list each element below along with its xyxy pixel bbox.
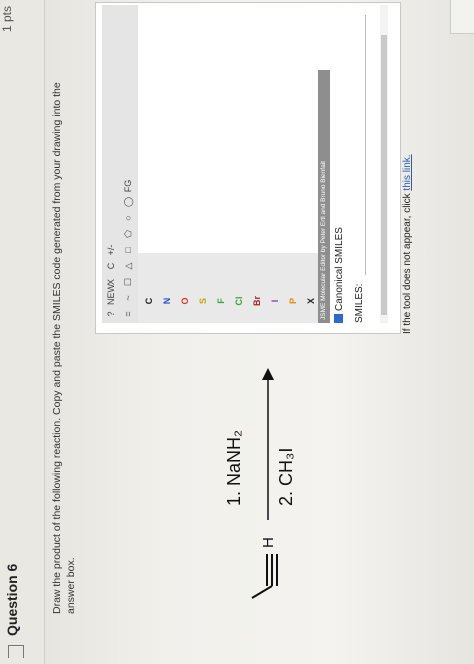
atom-o[interactable]: O <box>178 293 192 309</box>
reagent-2: 2. CH₃I <box>276 447 296 506</box>
atom-i[interactable]: I <box>268 293 282 309</box>
reagent-1: 1. NaNH₂ <box>224 429 244 506</box>
atom-p[interactable]: P <box>286 293 300 309</box>
page: Question 6 1 pts Draw the product of the… <box>0 0 474 664</box>
atom-f[interactable]: F <box>214 293 228 309</box>
hydrogen-label: H <box>260 537 277 548</box>
reaction-drawing <box>251 368 278 599</box>
canonical-smiles-label: Canonical SMILES <box>334 227 345 311</box>
charge-tool[interactable]: +/- <box>104 243 118 257</box>
ring3-icon[interactable]: △ <box>121 259 135 273</box>
atom-x[interactable]: X <box>304 293 318 309</box>
chain-tool[interactable]: ~ <box>121 291 135 305</box>
fallback-note: If the tool does not appear, click this … <box>402 154 413 334</box>
jsme-editor-panel: ? NEW X C +/- = ~ ☐ △ □ ⬠ ○ ◯ FG C N O S… <box>95 2 401 334</box>
delete-icon[interactable]: X <box>104 275 118 289</box>
atom-br[interactable]: Br <box>250 293 264 309</box>
next-question-box <box>450 0 474 34</box>
question-points: 1 pts <box>0 6 14 33</box>
help-icon[interactable]: ? <box>104 307 118 321</box>
smiles-label: SMILES: <box>354 283 365 323</box>
atom-palette: C N O S F Cl Br I P X <box>138 253 322 323</box>
atom-n[interactable]: N <box>160 293 174 309</box>
fallback-text: If the tool does not appear, click <box>402 190 413 334</box>
flag-icon[interactable] <box>8 645 24 658</box>
ring4-icon[interactable]: □ <box>121 243 135 257</box>
fallback-link[interactable]: this link. <box>402 154 413 190</box>
jsme-editor: ? NEW X C +/- = ~ ☐ △ □ ⬠ ○ ◯ FG C N O S… <box>102 5 322 323</box>
new-button[interactable]: NEW <box>104 284 118 305</box>
editor-toolbar: ? NEW X C +/- = ~ ☐ △ □ ⬠ ○ ◯ FG <box>102 5 138 323</box>
question-header: Question 6 1 pts <box>0 0 45 664</box>
arrowhead-icon <box>262 368 274 380</box>
smiles-field[interactable] <box>349 15 366 275</box>
checkbox-icon[interactable] <box>334 314 343 323</box>
reaction-scheme: H 1. NaNH₂ 2. CH₃I <box>96 364 306 604</box>
atom-s[interactable]: S <box>196 293 210 309</box>
atom-c[interactable]: C <box>142 293 156 309</box>
question-title: Question 6 <box>4 563 20 636</box>
ring5-icon[interactable]: ○ <box>121 211 135 225</box>
rotated-content: Question 6 1 pts Draw the product of the… <box>0 0 474 664</box>
drawing-canvas[interactable] <box>138 5 322 253</box>
functional-group-button[interactable]: FG <box>121 179 135 193</box>
editor-credit: JSME Molecular Editor by Peter Ertl and … <box>318 70 330 323</box>
benzene-icon[interactable]: ⬠ <box>121 227 135 241</box>
question-prompt: Draw the product of the following reacti… <box>51 82 77 614</box>
ring6-icon[interactable]: ◯ <box>121 195 135 209</box>
ethyl-bond <box>251 585 273 599</box>
scrollbar-thumb[interactable] <box>381 35 387 315</box>
select-tool[interactable]: ☐ <box>121 275 135 289</box>
double-bond-tool[interactable]: = <box>121 307 135 321</box>
canonical-smiles-option[interactable]: Canonical SMILES <box>334 227 345 323</box>
carbon-tool[interactable]: C <box>104 259 118 273</box>
atom-cl[interactable]: Cl <box>232 293 246 309</box>
